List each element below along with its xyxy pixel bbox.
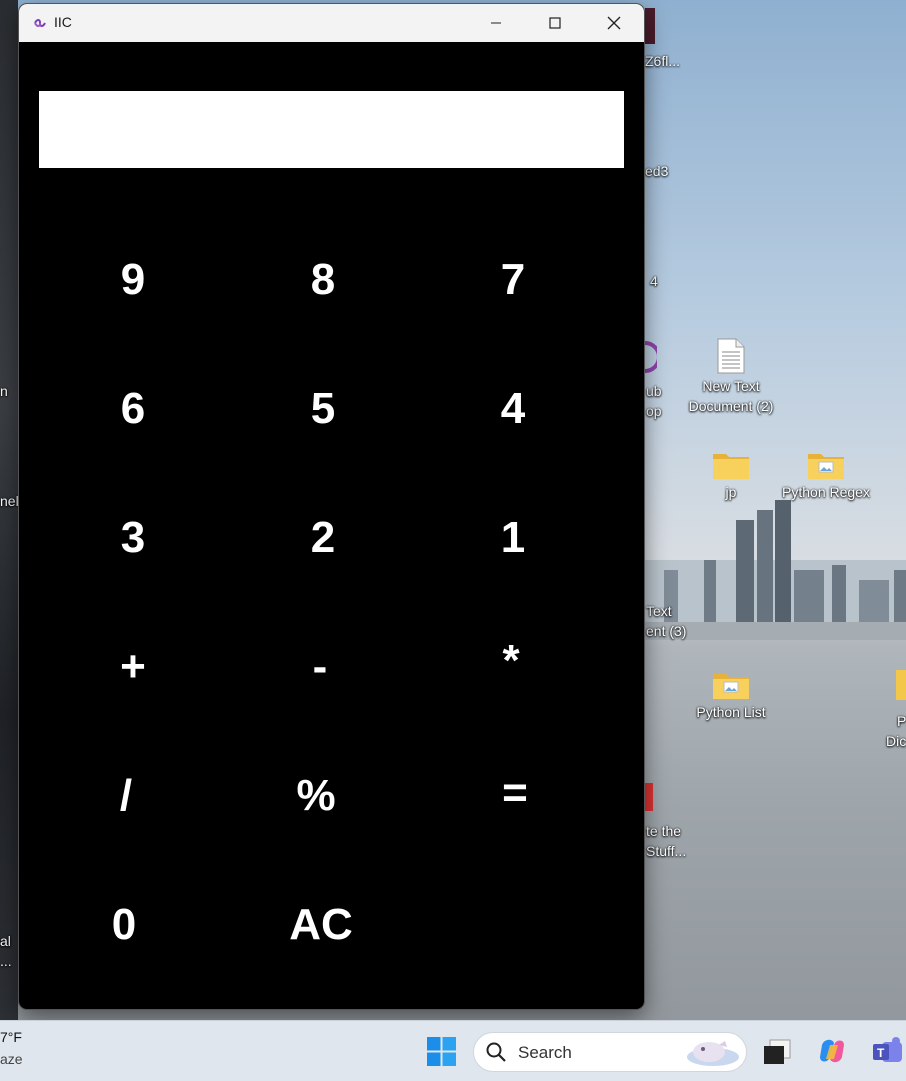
- svg-text:T: T: [877, 1046, 885, 1060]
- desktop-partial-label: Text: [646, 603, 672, 619]
- task-view-icon[interactable]: [762, 1038, 792, 1066]
- maximize-button[interactable]: [526, 4, 584, 42]
- desktop-partial-label: Stuff...: [646, 843, 687, 859]
- desktop-icon-python-regex[interactable]: Python Regex: [781, 450, 871, 502]
- search-placeholder: Search: [518, 1043, 572, 1062]
- desktop-icon-label: Python List: [696, 704, 766, 720]
- desktop-icon-label: Python Regex: [782, 484, 870, 500]
- minimize-button[interactable]: [467, 4, 525, 42]
- desktop-icon-python-list[interactable]: Python List: [686, 670, 776, 722]
- key-1[interactable]: 1: [453, 503, 573, 573]
- key-minus[interactable]: -: [260, 632, 380, 702]
- desktop-partial-label: Dic: [886, 733, 906, 749]
- desktop-icon-new-text-document-2[interactable]: New Text Document (2): [686, 338, 776, 416]
- desktop-partial-label: ent (3): [646, 623, 687, 639]
- key-percent[interactable]: %: [256, 761, 376, 831]
- folder-icon: [713, 454, 749, 479]
- key-equals[interactable]: =: [455, 758, 575, 828]
- desktop-partial-label: ...: [0, 953, 12, 969]
- key-4[interactable]: 4: [453, 374, 573, 444]
- desktop-partial-label: 4: [650, 273, 658, 289]
- key-multiply[interactable]: *: [451, 626, 571, 696]
- maximize-icon: [549, 17, 561, 29]
- desktop-partial-label: al: [0, 933, 11, 949]
- taskbar-search-box[interactable]: Search: [473, 1032, 747, 1072]
- desktop-partial-label: Z6fl...: [645, 53, 681, 69]
- key-plus[interactable]: +: [73, 632, 193, 702]
- desktop-icon-label: jp: [725, 484, 737, 500]
- search-icon: [486, 1042, 506, 1062]
- taskbar: 7°F aze Search T: [0, 1020, 906, 1081]
- key-7[interactable]: 7: [453, 245, 573, 315]
- minimize-icon: [491, 22, 501, 24]
- weather-temperature[interactable]: 7°F: [0, 1029, 22, 1045]
- desktop-partial-label: n: [0, 383, 8, 399]
- title-bar[interactable]: IIC: [19, 4, 644, 42]
- key-clear[interactable]: AC: [261, 890, 381, 960]
- key-0[interactable]: 0: [64, 890, 184, 960]
- weather-description[interactable]: aze: [0, 1051, 23, 1067]
- desktop-wallpaper-skyline: [644, 500, 906, 640]
- close-button[interactable]: [585, 4, 643, 42]
- desktop-partial-icon: [645, 8, 655, 44]
- desktop-icon-label: New Text: [702, 378, 760, 394]
- desktop-partial-label: P: [897, 713, 906, 729]
- copilot-icon[interactable]: [816, 1035, 848, 1067]
- close-icon: [607, 16, 621, 30]
- key-6[interactable]: 6: [73, 374, 193, 444]
- window-title: IIC: [54, 14, 72, 30]
- text-file-icon: [717, 338, 745, 374]
- key-2[interactable]: 2: [263, 503, 383, 573]
- teams-icon[interactable]: T: [872, 1036, 904, 1066]
- key-8[interactable]: 8: [263, 245, 383, 315]
- desktop-partial-label: te the: [646, 823, 682, 839]
- calculator-display[interactable]: [39, 91, 624, 168]
- folder-image-icon: [713, 674, 749, 699]
- key-9[interactable]: 9: [73, 245, 193, 315]
- desktop-icon-label: Document (2): [688, 398, 774, 414]
- app-icon: [34, 19, 46, 27]
- key-divide[interactable]: /: [66, 761, 186, 831]
- desktop-partial-label: ub: [646, 383, 662, 399]
- desktop-partial-icon: [645, 341, 657, 373]
- key-3[interactable]: 3: [73, 503, 193, 573]
- desktop-icon-jp[interactable]: jp: [686, 450, 776, 502]
- desktop-partial-icon: [645, 783, 653, 811]
- desktop-partial-label: nel: [0, 493, 19, 509]
- calculator-window: IIC 9 8 7 6 5 4 3 2 1 + - * / % = 0 AC: [19, 4, 644, 1009]
- desktop-partial-icon: [896, 670, 906, 700]
- desktop-partial-label: op: [646, 403, 662, 419]
- key-5[interactable]: 5: [263, 374, 383, 444]
- windows-start-icon[interactable]: [427, 1037, 456, 1066]
- folder-image-icon: [808, 454, 844, 479]
- search-highlight-icon: [687, 1041, 739, 1066]
- desktop-partial-label: ed3: [645, 163, 669, 179]
